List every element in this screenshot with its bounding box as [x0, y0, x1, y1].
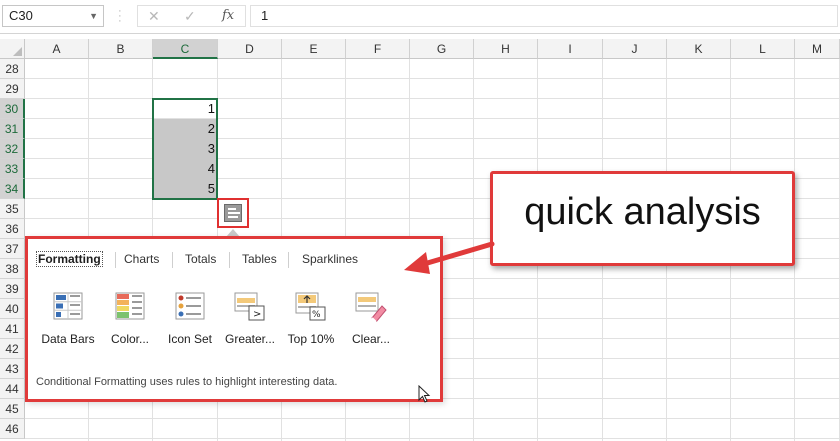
column-header-g[interactable]: G — [410, 39, 474, 59]
tab-separator — [288, 252, 289, 268]
column-header-e[interactable]: E — [282, 39, 346, 59]
svg-text:%: % — [312, 310, 321, 320]
tab-sparklines[interactable]: Sparklines — [302, 252, 358, 266]
annotation-callout: quick analysis — [490, 171, 795, 266]
data-bars-icon — [53, 292, 83, 320]
gridline — [25, 98, 840, 99]
row-header-40[interactable]: 40 — [0, 299, 25, 319]
row-header-32[interactable]: 32 — [0, 139, 25, 159]
select-all-corner[interactable] — [0, 39, 25, 59]
tool-label: Data Bars — [41, 332, 95, 346]
name-box[interactable]: C30 ▼ — [2, 5, 104, 27]
column-header-j[interactable]: J — [603, 39, 667, 59]
gridline — [25, 438, 840, 439]
row-header-36[interactable]: 36 — [0, 219, 25, 239]
name-box-value: C30 — [9, 8, 33, 23]
formula-bar: C30 ▼ · · · ✕ ✓ fx 1 — [0, 0, 840, 34]
chevron-down-icon[interactable]: ▼ — [89, 6, 98, 26]
data-bars-button[interactable]: Data Bars — [33, 292, 103, 346]
clear-format-icon — [355, 292, 387, 322]
greater-than-icon: > — [234, 292, 265, 321]
top-10-percent-icon: % — [295, 292, 326, 321]
tab-separator — [229, 252, 230, 268]
column-header-k[interactable]: K — [667, 39, 731, 59]
gridline — [25, 138, 840, 139]
svg-text:>: > — [253, 309, 261, 320]
gridline — [25, 158, 840, 159]
row-header-43[interactable]: 43 — [0, 359, 25, 379]
column-header-i[interactable]: I — [538, 39, 603, 59]
panel-description: Conditional Formatting uses rules to hig… — [36, 376, 338, 388]
row-header-35[interactable]: 35 — [0, 199, 25, 219]
column-header-h[interactable]: H — [474, 39, 538, 59]
icon-set-icon — [175, 292, 205, 320]
gridline — [25, 118, 840, 119]
row-header-39[interactable]: 39 — [0, 279, 25, 299]
gridline — [25, 78, 840, 79]
enter-icon[interactable]: ✓ — [184, 8, 196, 25]
row-header-29[interactable]: 29 — [0, 79, 25, 99]
quick-analysis-icon — [224, 204, 242, 222]
column-header-c[interactable]: C — [153, 39, 218, 59]
row-header-45[interactable]: 45 — [0, 399, 25, 419]
formula-input[interactable]: 1 — [250, 5, 838, 27]
column-header-b[interactable]: B — [89, 39, 153, 59]
tab-formatting[interactable]: Formatting — [36, 251, 103, 267]
gridline — [25, 418, 840, 419]
row-header-41[interactable]: 41 — [0, 319, 25, 339]
annotation-arrow-icon — [404, 241, 495, 274]
drag-handle-icon[interactable]: · · · — [118, 6, 122, 27]
column-header-l[interactable]: L — [731, 39, 795, 59]
tab-separator — [172, 252, 173, 268]
greater-than-button[interactable]: > Greater... — [215, 292, 285, 346]
row-header-31[interactable]: 31 — [0, 119, 25, 139]
tool-label: Clear... — [351, 332, 390, 346]
cancel-icon[interactable]: ✕ — [148, 8, 160, 25]
row-header-33[interactable]: 33 — [0, 159, 25, 179]
clear-format-button[interactable]: Clear... — [336, 292, 406, 346]
row-header-30[interactable]: 30 — [0, 99, 25, 119]
column-header-f[interactable]: F — [346, 39, 410, 59]
quick-analysis-button[interactable] — [217, 198, 249, 228]
column-header-m[interactable]: M — [795, 39, 840, 59]
row-header-28[interactable]: 28 — [0, 59, 25, 79]
row-header-46[interactable]: 46 — [0, 419, 25, 439]
row-header-34[interactable]: 34 — [0, 179, 25, 199]
tool-label: Greater... — [224, 332, 276, 346]
formula-buttons: ✕ ✓ fx — [137, 5, 246, 27]
tab-separator — [115, 252, 116, 268]
row-header-42[interactable]: 42 — [0, 339, 25, 359]
column-header-d[interactable]: D — [218, 39, 282, 59]
row-header-38[interactable]: 38 — [0, 259, 25, 279]
tab-charts[interactable]: Charts — [124, 252, 159, 266]
mouse-cursor-icon — [418, 385, 431, 403]
insert-function-icon[interactable]: fx — [222, 8, 234, 23]
row-header-37[interactable]: 37 — [0, 239, 25, 259]
column-header-a[interactable]: A — [25, 39, 89, 59]
callout-text: quick analysis — [524, 191, 761, 233]
row-header-44[interactable]: 44 — [0, 379, 25, 399]
tab-tables[interactable]: Tables — [242, 252, 277, 266]
tab-totals[interactable]: Totals — [185, 252, 216, 266]
color-scale-icon — [115, 292, 145, 320]
selection-border — [152, 98, 218, 200]
quick-analysis-panel: Formatting Charts Totals Tables Sparklin… — [25, 236, 443, 402]
